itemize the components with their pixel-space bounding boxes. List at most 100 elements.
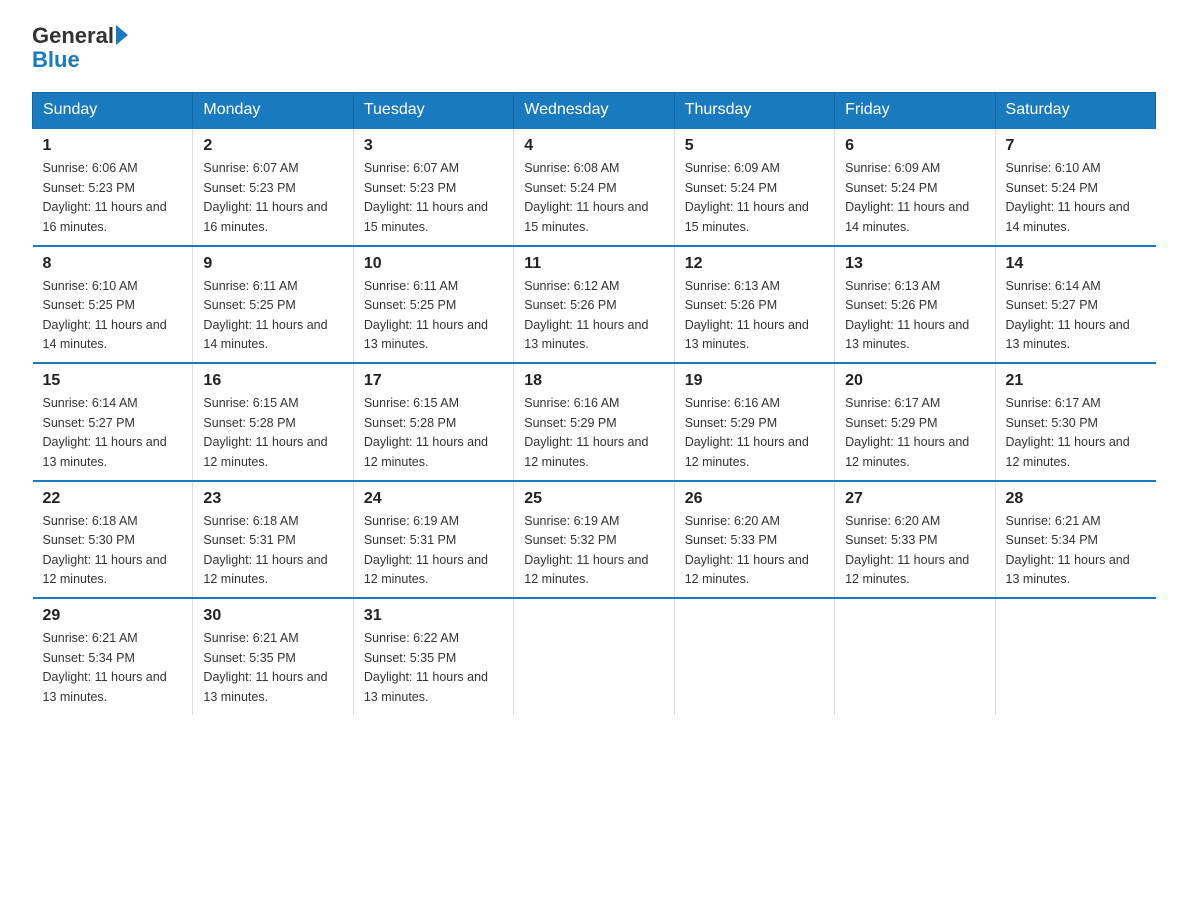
calendar-cell: 3 Sunrise: 6:07 AM Sunset: 5:23 PM Dayli… xyxy=(353,128,513,246)
day-number: 21 xyxy=(1006,372,1146,390)
day-info: Sunrise: 6:11 AM Sunset: 5:25 PM Dayligh… xyxy=(364,277,503,355)
day-number: 14 xyxy=(1006,255,1146,273)
calendar-cell: 9 Sunrise: 6:11 AM Sunset: 5:25 PM Dayli… xyxy=(193,246,353,364)
calendar-cell: 21 Sunrise: 6:17 AM Sunset: 5:30 PM Dayl… xyxy=(995,363,1155,481)
calendar-cell xyxy=(514,598,674,715)
day-number: 10 xyxy=(364,255,503,273)
calendar-cell: 30 Sunrise: 6:21 AM Sunset: 5:35 PM Dayl… xyxy=(193,598,353,715)
calendar-cell: 6 Sunrise: 6:09 AM Sunset: 5:24 PM Dayli… xyxy=(835,128,995,246)
calendar-cell: 2 Sunrise: 6:07 AM Sunset: 5:23 PM Dayli… xyxy=(193,128,353,246)
week-row-5: 29 Sunrise: 6:21 AM Sunset: 5:34 PM Dayl… xyxy=(33,598,1156,715)
day-info: Sunrise: 6:17 AM Sunset: 5:29 PM Dayligh… xyxy=(845,394,984,472)
page-header: General Blue xyxy=(32,24,1156,72)
calendar-cell: 16 Sunrise: 6:15 AM Sunset: 5:28 PM Dayl… xyxy=(193,363,353,481)
day-info: Sunrise: 6:13 AM Sunset: 5:26 PM Dayligh… xyxy=(685,277,824,355)
weekday-header-thursday: Thursday xyxy=(674,93,834,129)
calendar-table: SundayMondayTuesdayWednesdayThursdayFrid… xyxy=(32,92,1156,715)
day-number: 1 xyxy=(43,137,183,155)
day-info: Sunrise: 6:09 AM Sunset: 5:24 PM Dayligh… xyxy=(845,159,984,237)
calendar-cell: 12 Sunrise: 6:13 AM Sunset: 5:26 PM Dayl… xyxy=(674,246,834,364)
day-number: 7 xyxy=(1006,137,1146,155)
calendar-cell: 28 Sunrise: 6:21 AM Sunset: 5:34 PM Dayl… xyxy=(995,481,1155,599)
day-number: 17 xyxy=(364,372,503,390)
day-info: Sunrise: 6:21 AM Sunset: 5:35 PM Dayligh… xyxy=(203,629,342,707)
day-info: Sunrise: 6:14 AM Sunset: 5:27 PM Dayligh… xyxy=(1006,277,1146,355)
day-info: Sunrise: 6:15 AM Sunset: 5:28 PM Dayligh… xyxy=(203,394,342,472)
day-info: Sunrise: 6:06 AM Sunset: 5:23 PM Dayligh… xyxy=(43,159,183,237)
day-info: Sunrise: 6:10 AM Sunset: 5:25 PM Dayligh… xyxy=(43,277,183,355)
calendar-cell xyxy=(835,598,995,715)
day-info: Sunrise: 6:20 AM Sunset: 5:33 PM Dayligh… xyxy=(845,512,984,590)
day-number: 30 xyxy=(203,607,342,625)
day-info: Sunrise: 6:07 AM Sunset: 5:23 PM Dayligh… xyxy=(203,159,342,237)
day-number: 31 xyxy=(364,607,503,625)
day-number: 18 xyxy=(524,372,663,390)
day-number: 15 xyxy=(43,372,183,390)
weekday-header-tuesday: Tuesday xyxy=(353,93,513,129)
day-info: Sunrise: 6:18 AM Sunset: 5:31 PM Dayligh… xyxy=(203,512,342,590)
day-info: Sunrise: 6:12 AM Sunset: 5:26 PM Dayligh… xyxy=(524,277,663,355)
day-number: 16 xyxy=(203,372,342,390)
day-info: Sunrise: 6:18 AM Sunset: 5:30 PM Dayligh… xyxy=(43,512,183,590)
weekday-header-monday: Monday xyxy=(193,93,353,129)
week-row-4: 22 Sunrise: 6:18 AM Sunset: 5:30 PM Dayl… xyxy=(33,481,1156,599)
day-info: Sunrise: 6:13 AM Sunset: 5:26 PM Dayligh… xyxy=(845,277,984,355)
calendar-cell: 13 Sunrise: 6:13 AM Sunset: 5:26 PM Dayl… xyxy=(835,246,995,364)
day-number: 24 xyxy=(364,490,503,508)
calendar-cell xyxy=(674,598,834,715)
calendar-cell: 29 Sunrise: 6:21 AM Sunset: 5:34 PM Dayl… xyxy=(33,598,193,715)
logo-arrow-icon xyxy=(116,25,128,45)
calendar-cell: 14 Sunrise: 6:14 AM Sunset: 5:27 PM Dayl… xyxy=(995,246,1155,364)
day-info: Sunrise: 6:10 AM Sunset: 5:24 PM Dayligh… xyxy=(1006,159,1146,237)
calendar-cell: 15 Sunrise: 6:14 AM Sunset: 5:27 PM Dayl… xyxy=(33,363,193,481)
day-info: Sunrise: 6:20 AM Sunset: 5:33 PM Dayligh… xyxy=(685,512,824,590)
calendar-cell: 8 Sunrise: 6:10 AM Sunset: 5:25 PM Dayli… xyxy=(33,246,193,364)
calendar-cell: 23 Sunrise: 6:18 AM Sunset: 5:31 PM Dayl… xyxy=(193,481,353,599)
calendar-cell: 19 Sunrise: 6:16 AM Sunset: 5:29 PM Dayl… xyxy=(674,363,834,481)
week-row-3: 15 Sunrise: 6:14 AM Sunset: 5:27 PM Dayl… xyxy=(33,363,1156,481)
calendar-cell: 7 Sunrise: 6:10 AM Sunset: 5:24 PM Dayli… xyxy=(995,128,1155,246)
day-number: 3 xyxy=(364,137,503,155)
day-info: Sunrise: 6:21 AM Sunset: 5:34 PM Dayligh… xyxy=(1006,512,1146,590)
calendar-cell: 17 Sunrise: 6:15 AM Sunset: 5:28 PM Dayl… xyxy=(353,363,513,481)
day-number: 20 xyxy=(845,372,984,390)
day-number: 26 xyxy=(685,490,824,508)
day-info: Sunrise: 6:19 AM Sunset: 5:31 PM Dayligh… xyxy=(364,512,503,590)
day-number: 27 xyxy=(845,490,984,508)
logo-blue-text: Blue xyxy=(32,48,128,72)
calendar-cell: 5 Sunrise: 6:09 AM Sunset: 5:24 PM Dayli… xyxy=(674,128,834,246)
calendar-cell xyxy=(995,598,1155,715)
day-info: Sunrise: 6:16 AM Sunset: 5:29 PM Dayligh… xyxy=(524,394,663,472)
day-number: 23 xyxy=(203,490,342,508)
calendar-cell: 27 Sunrise: 6:20 AM Sunset: 5:33 PM Dayl… xyxy=(835,481,995,599)
day-info: Sunrise: 6:11 AM Sunset: 5:25 PM Dayligh… xyxy=(203,277,342,355)
day-number: 28 xyxy=(1006,490,1146,508)
calendar-cell: 10 Sunrise: 6:11 AM Sunset: 5:25 PM Dayl… xyxy=(353,246,513,364)
calendar-cell: 25 Sunrise: 6:19 AM Sunset: 5:32 PM Dayl… xyxy=(514,481,674,599)
weekday-header-wednesday: Wednesday xyxy=(514,93,674,129)
day-info: Sunrise: 6:19 AM Sunset: 5:32 PM Dayligh… xyxy=(524,512,663,590)
logo: General Blue xyxy=(32,24,128,72)
weekday-header-row: SundayMondayTuesdayWednesdayThursdayFrid… xyxy=(33,93,1156,129)
calendar-cell: 22 Sunrise: 6:18 AM Sunset: 5:30 PM Dayl… xyxy=(33,481,193,599)
day-number: 2 xyxy=(203,137,342,155)
day-number: 25 xyxy=(524,490,663,508)
weekday-header-sunday: Sunday xyxy=(33,93,193,129)
day-number: 11 xyxy=(524,255,663,273)
calendar-cell: 31 Sunrise: 6:22 AM Sunset: 5:35 PM Dayl… xyxy=(353,598,513,715)
calendar-cell: 26 Sunrise: 6:20 AM Sunset: 5:33 PM Dayl… xyxy=(674,481,834,599)
day-info: Sunrise: 6:21 AM Sunset: 5:34 PM Dayligh… xyxy=(43,629,183,707)
day-info: Sunrise: 6:08 AM Sunset: 5:24 PM Dayligh… xyxy=(524,159,663,237)
day-info: Sunrise: 6:17 AM Sunset: 5:30 PM Dayligh… xyxy=(1006,394,1146,472)
day-number: 5 xyxy=(685,137,824,155)
calendar-cell: 18 Sunrise: 6:16 AM Sunset: 5:29 PM Dayl… xyxy=(514,363,674,481)
day-info: Sunrise: 6:14 AM Sunset: 5:27 PM Dayligh… xyxy=(43,394,183,472)
calendar-cell: 11 Sunrise: 6:12 AM Sunset: 5:26 PM Dayl… xyxy=(514,246,674,364)
week-row-2: 8 Sunrise: 6:10 AM Sunset: 5:25 PM Dayli… xyxy=(33,246,1156,364)
day-number: 12 xyxy=(685,255,824,273)
logo-text: General xyxy=(32,24,128,48)
day-number: 8 xyxy=(43,255,183,273)
calendar-cell: 4 Sunrise: 6:08 AM Sunset: 5:24 PM Dayli… xyxy=(514,128,674,246)
day-number: 29 xyxy=(43,607,183,625)
calendar-cell: 20 Sunrise: 6:17 AM Sunset: 5:29 PM Dayl… xyxy=(835,363,995,481)
